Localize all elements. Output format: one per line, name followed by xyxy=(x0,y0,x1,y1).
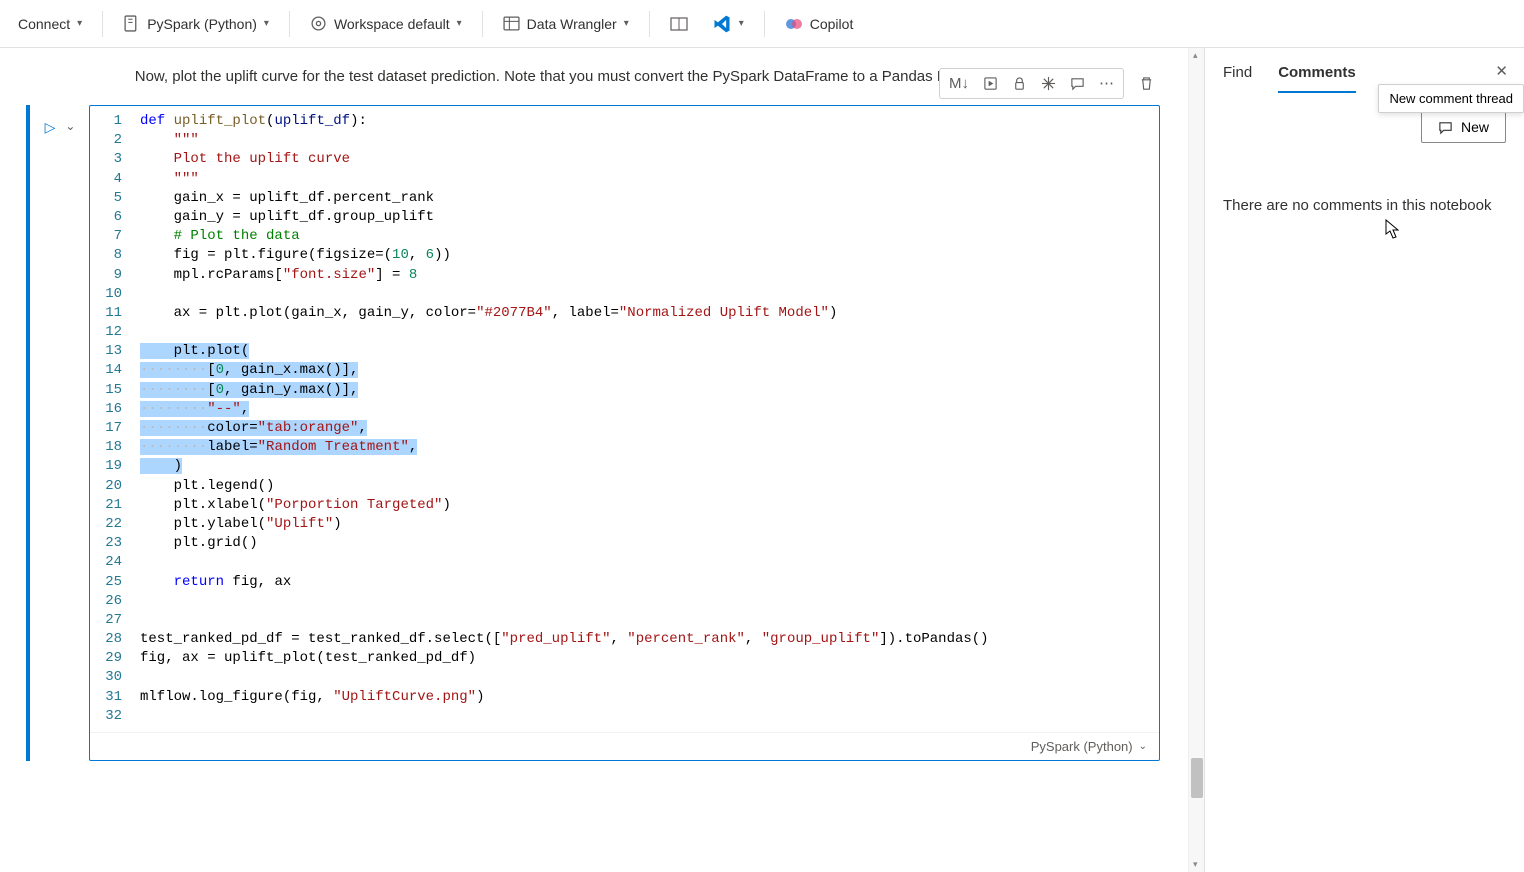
notebook-area: Now, plot the uplift curve for the test … xyxy=(0,48,1188,872)
cell-run-button[interactable] xyxy=(976,71,1005,96)
notebook-icon xyxy=(123,15,140,32)
datawrangler-label: Data Wrangler xyxy=(527,16,617,32)
more-button[interactable]: ⋯ xyxy=(1092,71,1121,96)
convert-markdown-button[interactable]: M↓ xyxy=(942,71,976,96)
cell-expand-button[interactable]: ⌄ xyxy=(65,119,75,761)
target-icon xyxy=(310,15,327,32)
scrollbar[interactable]: ▴ ▾ xyxy=(1188,48,1204,872)
cell-toolbar: M↓ ⋯ xyxy=(939,68,1161,99)
copilot-label: Copilot xyxy=(810,16,854,32)
code-editor[interactable]: 1234567891011121314151617181920212223242… xyxy=(90,106,1159,732)
chevron-down-icon: ⌄ xyxy=(1139,741,1147,752)
datawrangler-menu[interactable]: Data Wrangler ▾ xyxy=(493,9,639,38)
new-comment-button[interactable]: New xyxy=(1421,111,1506,143)
mouse-cursor-icon xyxy=(1384,218,1402,240)
workspace-label: Workspace default xyxy=(334,16,450,32)
tab-find[interactable]: Find xyxy=(1223,64,1252,93)
cell-language-selector[interactable]: PySpark (Python) xyxy=(1031,739,1133,754)
scroll-down-icon[interactable]: ▾ xyxy=(1193,859,1198,870)
comments-panel: ✕ Find Comments New comment thread New T… xyxy=(1204,48,1524,872)
divider xyxy=(649,11,650,37)
layout-icon xyxy=(670,16,688,32)
divider xyxy=(764,11,765,37)
scroll-thumb[interactable] xyxy=(1191,758,1203,798)
copilot-button[interactable]: Copilot xyxy=(775,9,864,39)
divider xyxy=(289,11,290,37)
code-cell: ▷ ⌄ M↓ ⋯ 1234567891011121314151 xyxy=(26,105,1160,761)
cell-gutter: ▷ ⌄ xyxy=(31,105,89,761)
empty-comments-text: There are no comments in this notebook xyxy=(1223,143,1506,214)
cell-footer: PySpark (Python) ⌄ xyxy=(90,732,1159,760)
workspace-menu[interactable]: Workspace default ▾ xyxy=(300,9,472,38)
chevron-down-icon: ▾ xyxy=(457,18,462,29)
freeze-button[interactable] xyxy=(1034,71,1063,96)
delete-cell-button[interactable] xyxy=(1132,71,1161,96)
comment-button[interactable] xyxy=(1063,71,1092,96)
connect-menu[interactable]: Connect ▾ xyxy=(8,10,92,38)
chevron-down-icon: ▾ xyxy=(264,18,269,29)
new-comment-tooltip: New comment thread xyxy=(1378,84,1524,113)
divider xyxy=(102,11,103,37)
chevron-down-icon: ▾ xyxy=(77,18,82,29)
top-toolbar: Connect ▾ PySpark (Python) ▾ Workspace d… xyxy=(0,0,1524,48)
chevron-down-icon: ▾ xyxy=(739,18,744,29)
datawrangler-icon xyxy=(503,15,520,32)
connect-label: Connect xyxy=(18,16,70,32)
divider xyxy=(482,11,483,37)
chevron-down-icon: ▾ xyxy=(624,18,629,29)
close-panel-button[interactable]: ✕ xyxy=(1495,62,1508,80)
language-label: PySpark (Python) xyxy=(147,16,257,32)
new-button-label: New xyxy=(1461,119,1489,135)
vscode-button[interactable]: ▾ xyxy=(702,8,754,40)
layout-toggle-button[interactable] xyxy=(660,10,698,38)
line-numbers: 1234567891011121314151617181920212223242… xyxy=(90,112,140,726)
vscode-icon xyxy=(712,14,732,34)
scroll-up-icon[interactable]: ▴ xyxy=(1193,50,1198,61)
comment-icon xyxy=(1438,120,1453,135)
tab-comments[interactable]: Comments xyxy=(1278,64,1356,93)
code-content: def uplift_plot(uplift_df): """ Plot the… xyxy=(140,112,1159,726)
language-menu[interactable]: PySpark (Python) ▾ xyxy=(113,9,279,38)
run-cell-button[interactable]: ▷ xyxy=(45,119,56,761)
active-cell-strip xyxy=(26,105,30,761)
copilot-icon xyxy=(785,15,803,33)
lock-button[interactable] xyxy=(1005,71,1034,96)
